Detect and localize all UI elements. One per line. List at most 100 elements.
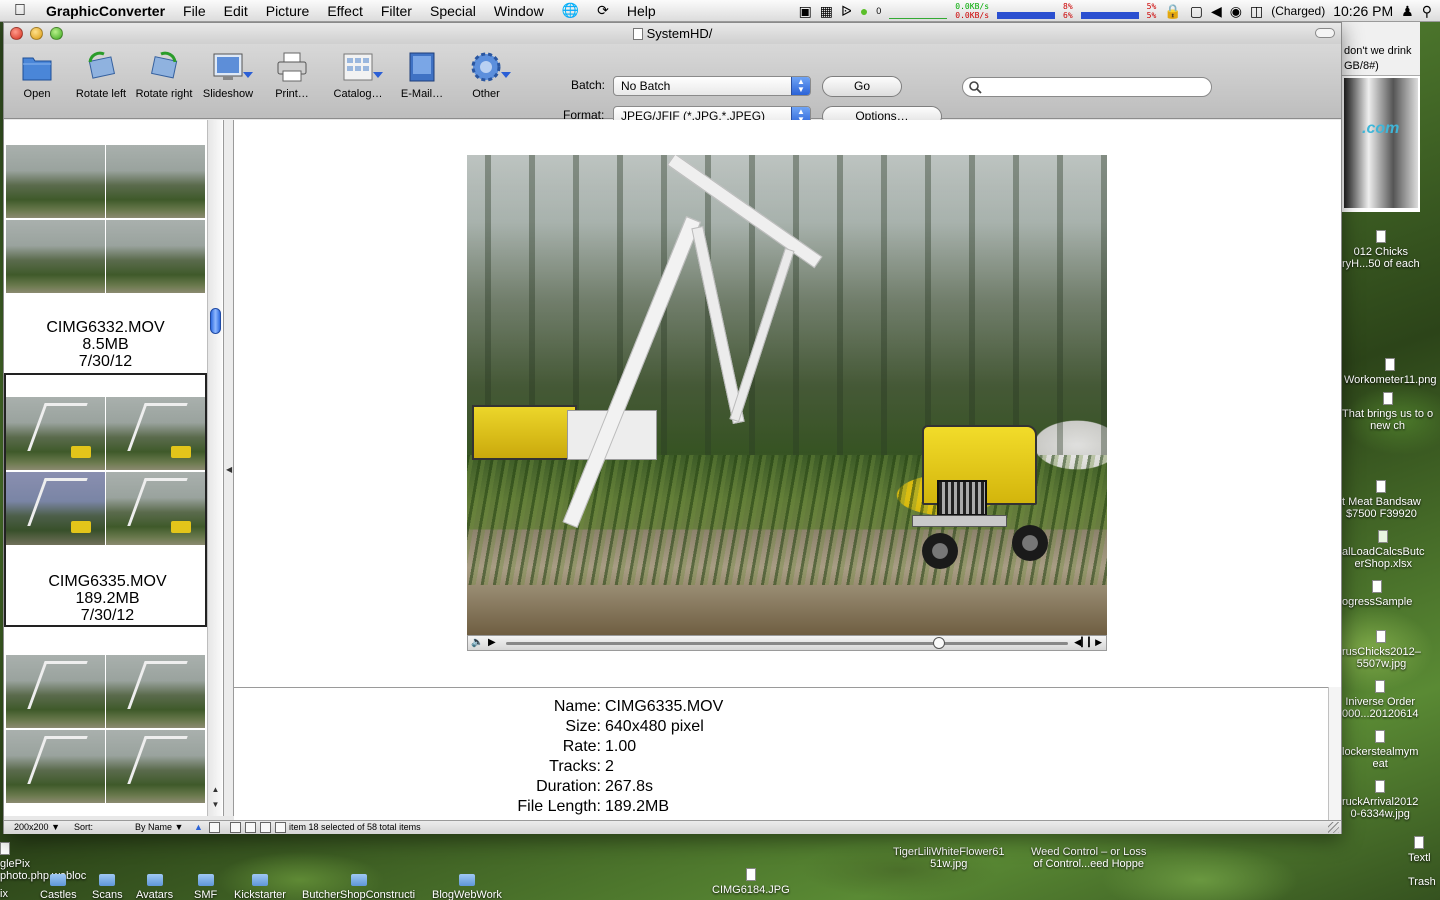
search-input[interactable] [985,79,1205,95]
trash-label: Trash [1408,876,1436,888]
desktop-file[interactable]: Workometer11.png [1344,358,1437,386]
desktop-file[interactable]: That brings us to o new ch [1342,392,1433,432]
desktop-folder[interactable]: BlogWebWork [432,874,502,900]
slideshow-icon [211,50,253,84]
other-button[interactable]: Other [464,50,511,100]
spotlight-icon[interactable]: ⚲ [1422,3,1432,20]
desktop-file[interactable]: Iniverse Order 000...20120614 [1342,680,1418,720]
step-forward-icon[interactable]: ▎▶ [1088,637,1102,648]
globe-icon[interactable]: 🌐 [553,2,588,19]
screen-icon[interactable]: ▢ [1190,3,1203,20]
desktop-folder[interactable]: Castles [40,874,77,900]
desktop-file[interactable]: rusChicks2012– 5507w.jpg [1342,630,1421,670]
thumbnail-cell[interactable]: CIMG6332.MOV 8.5MB 7/30/12 [4,120,207,370]
desktop-file[interactable]: ruckArrival2012 0-6334w.jpg [1342,780,1418,820]
menu-edit[interactable]: Edit [215,3,257,19]
rotate-left-button[interactable]: Rotate left [71,50,131,100]
menu-effect[interactable]: Effect [318,3,372,19]
thumb-size-popup[interactable]: 200x200 ▼ [14,821,60,834]
open-button[interactable]: Open [18,50,56,100]
minimize-button[interactable] [30,27,43,40]
desktop-file[interactable]: ogressSample [1342,580,1412,608]
bluetooth-icon[interactable]: ᐉ [841,3,852,20]
window-titlebar[interactable]: SystemHD/ [4,23,1341,44]
desktop-folder[interactable]: Kickstarter [234,874,286,900]
info-row-tracks: Tracks: 2 [234,757,1328,777]
desktop-file[interactable]: 012 Chicks ryH...50 of each [1342,230,1420,270]
toolbar-toggle-button[interactable] [1315,28,1335,38]
scroll-down-arrow-icon[interactable]: ▼ [210,800,221,809]
calendar-icon[interactable]: ▦ [820,3,833,20]
desktop-file[interactable]: TigerLiliWhiteFlower61 51w.jpg [893,846,1004,870]
desktop-file[interactable]: lockerstealmym eat [1342,730,1418,770]
trash-icon[interactable] [275,822,286,833]
close-button[interactable] [10,27,23,40]
desktop-file[interactable]: t Meat Bandsaw $7500 F39920 [1342,480,1421,520]
slideshow-button[interactable]: Slideshow [200,50,256,100]
volume-icon[interactable]: 🔈 [471,637,483,648]
desktop-file[interactable]: alLoadCalcsButc erShop.xlsx [1342,530,1425,570]
menu-window[interactable]: Window [485,3,553,19]
menu-special[interactable]: Special [421,3,485,19]
folder-proxy-icon[interactable] [632,28,643,40]
grid-icon[interactable] [245,822,256,833]
display-icon[interactable]: ▣ [799,3,812,20]
user-icon[interactable]: ♟ [1401,3,1414,20]
battery-icon[interactable]: ◫ [1250,3,1263,20]
desktop-folder[interactable]: Avatars [136,874,173,900]
thumbnail-cell-selected[interactable]: CIMG6335.MOV 189.2MB 7/30/12 [4,373,207,627]
go-button[interactable]: Go [822,76,902,97]
lock-icon[interactable] [230,822,241,833]
battery-status[interactable]: (Charged) [1271,4,1325,18]
movie-preview[interactable] [467,155,1107,635]
resize-grip-icon[interactable] [1328,822,1339,833]
apple-menu-icon[interactable]:  [0,2,40,20]
open-label: Open [23,88,51,100]
spreadsheet-icon [1378,530,1389,543]
desktop-file[interactable]: Textl [1408,836,1431,864]
step-back-icon[interactable]: ◀▎ [1074,637,1088,648]
search-field[interactable] [962,77,1212,97]
movie-timeline[interactable] [506,642,1068,645]
desktop-file[interactable]: Weed Control – or Loss of Control...eed H… [1031,846,1146,870]
view-mode-icon[interactable] [209,822,220,833]
info-scrollbar[interactable] [1328,687,1341,820]
info-key: Rate: [562,738,601,755]
trash[interactable]: Trash [1408,876,1436,888]
desktop-folder[interactable]: ButcherShopConstructi [302,874,415,900]
menu-help[interactable]: Help [618,3,665,19]
wifi-icon[interactable]: ◉ [1230,3,1242,20]
lock-icon[interactable]: 🔒 [1164,3,1181,20]
thumbnail-cell[interactable] [4,629,207,816]
scroll-up-arrow-icon[interactable]: ▲ [210,785,221,794]
rotate-right-button[interactable]: Rotate right [131,50,197,100]
batch-popup[interactable]: No Batch ▲ ▼ [613,76,811,96]
preview-icon[interactable] [260,822,271,833]
catalog-button[interactable]: Catalog… [328,50,388,100]
menu-file[interactable]: File [174,3,215,19]
zoom-button[interactable] [50,27,63,40]
pane-splitter[interactable]: ◀ [224,120,234,816]
desktop-file[interactable]: CIMG6184.JPG [712,868,790,896]
activity-icon[interactable]: ● [860,3,868,19]
app-menu[interactable]: GraphicConverter [40,3,174,19]
thumbnail-scrollbar[interactable]: ▲ ▼ [207,120,222,816]
desktop-folder[interactable]: ix [0,888,8,900]
play-icon[interactable]: ▶ [488,637,496,648]
menu-filter[interactable]: Filter [372,3,421,19]
sort-popup[interactable]: By Name ▼ [135,821,183,834]
print-button[interactable]: Print… [270,50,314,100]
menu-picture[interactable]: Picture [257,3,319,19]
desktop-folder[interactable]: SMF [194,874,217,900]
volume-icon[interactable]: ◀ [1211,3,1222,20]
clock[interactable]: 10:26 PM [1333,3,1393,19]
playhead[interactable] [932,637,945,649]
email-button[interactable]: E-Mail… [397,50,447,100]
desktop-folder-label: Kickstarter [234,889,286,900]
thumbnail-date: 7/30/12 [80,607,135,624]
sort-direction-icon[interactable]: ▲ [194,821,203,834]
script-icon[interactable]: ⟳ [588,2,618,19]
desktop-folder-label: Castles [40,889,77,900]
scrollbar-thumb[interactable] [210,308,221,334]
desktop-folder[interactable]: Scans [92,874,123,900]
